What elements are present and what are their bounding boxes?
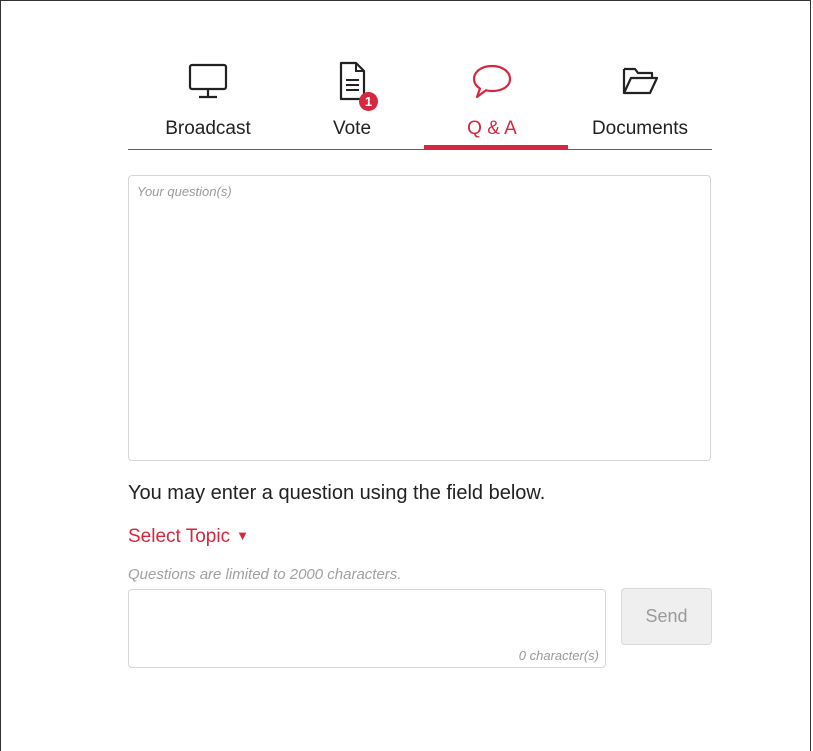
monitor-icon (187, 60, 229, 107)
question-input[interactable]: 0 character(s) (128, 589, 606, 668)
tab-underline (128, 149, 712, 150)
folder-icon (619, 60, 661, 107)
tab-vote-label: Vote (332, 118, 372, 139)
character-limit-note: Questions are limited to 2000 characters… (128, 566, 402, 583)
character-counter: 0 character(s) (518, 648, 599, 663)
speech-bubble-icon (471, 60, 513, 107)
tab-broadcast-label: Broadcast (165, 118, 251, 139)
active-tab-indicator (424, 145, 568, 150)
questions-placeholder: Your question(s) (137, 184, 232, 199)
tab-qa-label: Q & A (467, 118, 517, 139)
tab-bar: Broadcast Vote Q & A Documents (128, 55, 712, 151)
caret-down-icon: ▼ (236, 528, 249, 543)
select-topic-dropdown[interactable]: Select Topic ▼ (128, 526, 249, 548)
info-text: You may enter a question using the field… (128, 482, 546, 504)
tab-documents[interactable]: Documents (568, 55, 712, 151)
send-button[interactable]: Send (621, 588, 712, 645)
vote-notification-badge: 1 (359, 92, 378, 111)
tab-vote[interactable]: Vote (288, 55, 416, 151)
select-topic-label: Select Topic (128, 526, 231, 547)
questions-display-area[interactable]: Your question(s) (128, 175, 711, 461)
tab-qa[interactable]: Q & A (416, 55, 568, 151)
tab-documents-label: Documents (591, 118, 689, 139)
tab-broadcast[interactable]: Broadcast (128, 55, 288, 151)
